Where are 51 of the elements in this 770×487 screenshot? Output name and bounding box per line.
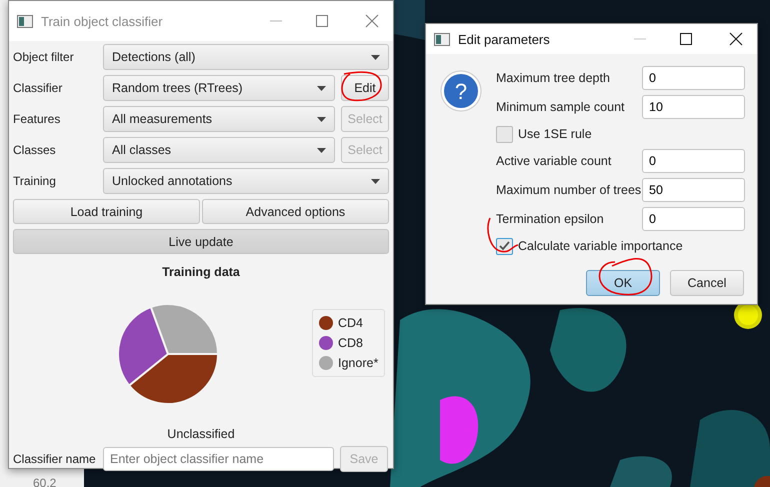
checkbox-label: Use 1SE rule (518, 127, 592, 141)
checkbox[interactable] (496, 126, 513, 142)
field-label: Active variable count (496, 154, 612, 168)
window-title: Train object classifier (41, 14, 164, 28)
field-label: Maximum tree depth (496, 71, 611, 85)
value-label: 60.2 (33, 476, 56, 487)
checkbox-label: Calculate variable importance (518, 239, 683, 253)
dropdown-arrow-icon (317, 116, 326, 122)
close-icon[interactable] (729, 32, 743, 46)
field-label: Classifier name (13, 452, 97, 466)
legend-label: Ignore* (338, 356, 378, 370)
dropdown[interactable]: All measurements (103, 106, 335, 132)
question-icon: ? (440, 70, 482, 112)
field-label: Features (13, 112, 62, 126)
dropdown-arrow-icon (317, 148, 326, 152)
dropdown-arrow-icon (371, 54, 380, 60)
dropdown-arrow-icon (371, 178, 380, 184)
number-field[interactable]: 50 (642, 178, 745, 202)
maximize-icon[interactable] (679, 32, 693, 46)
checkbox[interactable] (496, 238, 513, 254)
edit-button[interactable]: Edit (341, 75, 389, 101)
chart-title: Training data (162, 265, 240, 279)
number-field[interactable]: 0 (642, 149, 745, 173)
ok-button[interactable]: OK (586, 270, 660, 296)
field-label: Training (13, 174, 57, 188)
live-update-toggle[interactable]: Live update (13, 229, 389, 254)
field-label: Classes (13, 143, 57, 157)
legend-label: CD8 (338, 336, 364, 350)
point-marker-icon (754, 476, 770, 487)
number-field[interactable]: 0 (642, 66, 745, 90)
dropdown-arrow-icon (317, 86, 326, 90)
chart-caption: Unclassified (167, 427, 235, 441)
legend-label: CD4 (338, 316, 364, 330)
classifier-name-field[interactable]: Enter object classifier name (103, 447, 334, 471)
field-label: Maximum number of trees (496, 183, 642, 197)
app-icon (434, 32, 450, 46)
app-icon (17, 14, 33, 28)
dropdown[interactable]: Random trees (RTrees) (103, 75, 335, 101)
dialog-title: Edit parameters (458, 32, 551, 46)
cancel-button[interactable]: Cancel (670, 270, 744, 296)
action-button[interactable]: Load training (13, 199, 200, 224)
number-field[interactable]: 10 (642, 95, 745, 119)
field-label: Classifier (13, 81, 64, 95)
dropdown[interactable]: Unlocked annotations (103, 168, 389, 194)
dropdown[interactable]: All classes (103, 137, 335, 163)
dropdown[interactable]: Detections (all) (103, 44, 389, 70)
number-field[interactable]: 0 (642, 207, 745, 231)
field-label: Termination epsilon (496, 212, 605, 226)
field-label: Minimum sample count (496, 100, 626, 114)
field-label: Object filter (13, 50, 75, 64)
action-button[interactable]: Advanced options (202, 199, 389, 224)
